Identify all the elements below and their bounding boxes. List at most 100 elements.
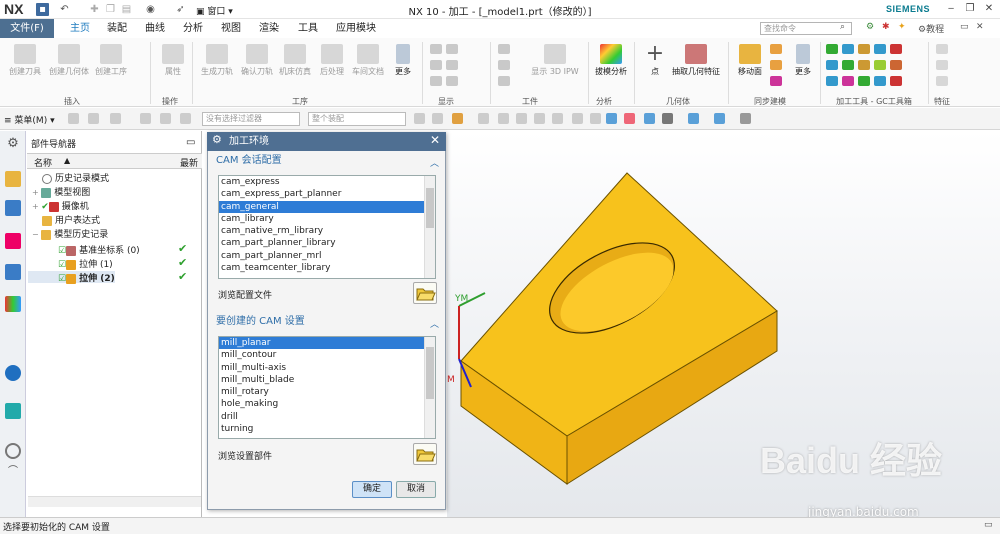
sync-icon[interactable]	[770, 44, 782, 54]
collapse-icon[interactable]: ︿	[430, 317, 439, 330]
close-pane-icon[interactable]: ✕	[976, 22, 984, 32]
window-menu[interactable]: ▣ 窗口 ▾	[196, 4, 233, 17]
list-item[interactable]: cam_general	[219, 200, 435, 213]
list-item[interactable]: turning	[219, 423, 435, 435]
clip-icon[interactable]	[740, 113, 751, 124]
gc-tool-icon[interactable]	[858, 76, 870, 86]
view-icon[interactable]	[624, 113, 635, 124]
cam-setup-list[interactable]: mill_planar mill_contour mill_multi-axis…	[218, 336, 436, 439]
snap-icon[interactable]	[552, 113, 563, 124]
generate-path-button[interactable]: 生成刀轨	[198, 44, 236, 76]
history-icon[interactable]	[5, 443, 21, 459]
settings-icon[interactable]: ✱	[882, 22, 890, 32]
save-icon[interactable]: ▪	[36, 3, 49, 16]
undo-icon[interactable]: ↶	[58, 3, 71, 16]
feature-icon[interactable]	[936, 60, 948, 70]
gc-tool-icon[interactable]	[874, 76, 886, 86]
workpiece-icon[interactable]	[498, 60, 510, 70]
display-icon[interactable]	[446, 60, 458, 70]
gc-tool-icon[interactable]	[826, 76, 838, 86]
tab-home[interactable]: 主页	[62, 19, 98, 38]
cancel-button[interactable]: 取消	[396, 481, 436, 498]
list-item[interactable]: mill_multi-axis	[219, 362, 435, 374]
selection-scope-dropdown[interactable]: 整个装配	[308, 112, 406, 126]
search-icon[interactable]: ⌕	[840, 22, 845, 32]
gc-tool-icon[interactable]	[826, 60, 838, 70]
display-icon[interactable]	[430, 76, 442, 86]
paste-icon[interactable]: ▤	[120, 3, 133, 16]
gc-tool-icon[interactable]	[858, 60, 870, 70]
machine-sim-button[interactable]: 机床仿真	[276, 44, 314, 76]
config-list-scrollbar[interactable]	[424, 176, 435, 278]
shop-doc-button[interactable]: 车间文档	[350, 44, 386, 76]
tree-row-model-history[interactable]: − 模型历史记录	[28, 227, 108, 240]
tree-row-extrude-1[interactable]: ☑ 拉伸 (1)	[28, 257, 113, 270]
list-item[interactable]: mill_multi_blade	[219, 374, 435, 386]
rotate-icon[interactable]	[644, 113, 655, 124]
render-style-icon[interactable]	[714, 113, 725, 124]
section-cam-config-header[interactable]: CAM 会话配置	[211, 153, 442, 169]
list-item[interactable]: cam_teamcenter_library	[219, 262, 435, 274]
fit-icon[interactable]	[662, 113, 673, 124]
snap-icon[interactable]	[534, 113, 545, 124]
roles-icon[interactable]	[5, 296, 21, 312]
tab-analysis[interactable]: 分析	[175, 19, 211, 38]
tutorial-button[interactable]: ⚙教程	[918, 22, 944, 35]
add-icon[interactable]: ✚	[88, 3, 101, 16]
sort-asc-icon[interactable]: ▲	[64, 156, 70, 165]
menu-button[interactable]: ≡ 菜单(M) ▾	[4, 113, 55, 126]
list-item[interactable]: cam_part_planner_mrl	[219, 250, 435, 262]
snap-point-icon[interactable]	[452, 113, 463, 124]
snap-icon[interactable]	[498, 113, 509, 124]
display-icon[interactable]	[430, 60, 442, 70]
workpiece-icon[interactable]	[498, 44, 510, 54]
help-icon[interactable]: ✦	[898, 22, 906, 32]
select-icon[interactable]	[160, 113, 171, 124]
list-item[interactable]: hole_making	[219, 398, 435, 410]
maximize-icon[interactable]: ▭	[186, 137, 195, 148]
tree-row-datum-csys[interactable]: ☑ 基准坐标系 (0)	[28, 243, 140, 256]
point-button[interactable]: + 点	[640, 43, 670, 77]
tab-curve[interactable]: 曲线	[137, 19, 173, 38]
list-item[interactable]: drill	[219, 411, 435, 423]
tab-application[interactable]: 应用模块	[328, 19, 384, 38]
gc-tool-icon[interactable]	[842, 44, 854, 54]
select-icon[interactable]	[68, 113, 79, 124]
list-item[interactable]: cam_express_part_planner	[219, 188, 435, 200]
select-icon[interactable]	[88, 113, 99, 124]
draft-analysis-button[interactable]: 拔模分析	[592, 44, 630, 76]
create-operation-button[interactable]: 创建工序	[92, 44, 130, 76]
more-button-2[interactable]: 更多	[788, 44, 818, 76]
view-icon[interactable]: ◉	[144, 3, 157, 16]
gc-tool-icon[interactable]	[890, 76, 902, 86]
selection-filter-dropdown[interactable]: 没有选择过滤器	[202, 112, 300, 126]
tab-tools[interactable]: 工具	[290, 19, 326, 38]
browse-setup-button[interactable]	[413, 443, 437, 465]
snap-icon[interactable]	[572, 113, 583, 124]
create-geometry-button[interactable]: 创建几何体	[46, 44, 92, 76]
part-navigator-icon[interactable]	[5, 171, 21, 187]
display-icon[interactable]	[430, 44, 442, 54]
display-icon[interactable]	[446, 76, 458, 86]
list-item[interactable]: mill_planar	[219, 337, 435, 350]
command-search-input[interactable]: 查找命令	[760, 22, 852, 35]
display-icon[interactable]	[446, 44, 458, 54]
sync-icon[interactable]	[770, 60, 782, 70]
minimize-icon[interactable]: ‒	[942, 2, 960, 16]
tab-render[interactable]: 渲染	[251, 19, 287, 38]
snap-icon[interactable]: ➶	[174, 3, 187, 16]
list-item[interactable]: cam_express	[219, 176, 435, 188]
constraint-navigator-icon[interactable]	[5, 233, 21, 249]
curve-icon[interactable]: ⌒	[5, 462, 21, 478]
snap-icon[interactable]	[590, 113, 601, 124]
verify-path-button[interactable]: 确认刀轨	[238, 44, 276, 76]
tab-view[interactable]: 视图	[213, 19, 249, 38]
filter-icon[interactable]	[414, 113, 425, 124]
list-item[interactable]: mill_contour	[219, 349, 435, 361]
show-3d-ipw-button[interactable]: 显示 3D IPW	[528, 44, 582, 76]
list-item[interactable]: cam_library	[219, 213, 435, 225]
scrollbar-thumb[interactable]	[426, 188, 434, 228]
copy-icon[interactable]: ❐	[104, 3, 117, 16]
attribute-button[interactable]: 属性	[158, 44, 188, 76]
orient-icon[interactable]	[688, 113, 699, 124]
